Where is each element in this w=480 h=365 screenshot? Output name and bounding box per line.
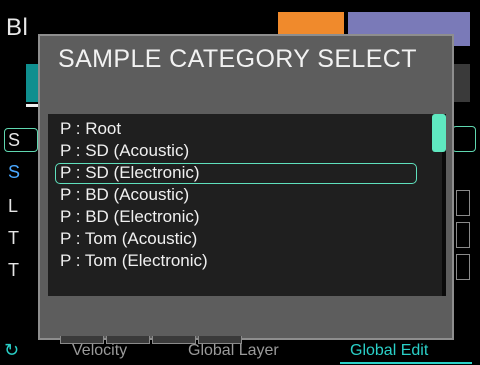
category-list-panel: P : Root P : SD (Acoustic) P : SD (Elect… [48, 114, 446, 296]
undo-icon[interactable]: ↻ [4, 340, 19, 361]
bottom-label-global-layer[interactable]: Global Layer [188, 342, 279, 360]
list-item-tom-electronic[interactable]: P : Tom (Electronic) [60, 250, 416, 272]
bg-label-2: S [8, 162, 21, 182]
bottom-label-global-edit[interactable]: Global Edit [350, 342, 428, 360]
bg-label-4: T [8, 228, 19, 248]
dialog-footer-button-2[interactable] [106, 336, 150, 344]
bg-field-3[interactable] [456, 254, 470, 280]
bg-field-2[interactable] [456, 222, 470, 248]
bottom-label-velocity[interactable]: Velocity [72, 342, 127, 360]
bg-label-5: T [8, 260, 19, 280]
list-scrollbar[interactable] [432, 114, 446, 296]
list-item-sd-acoustic[interactable]: P : SD (Acoustic) [60, 140, 416, 162]
list-item-sd-electronic[interactable]: P : SD (Electronic) [55, 162, 417, 184]
dialog-footer-button-3[interactable] [152, 336, 196, 344]
sample-category-dialog: SAMPLE CATEGORY SELECT P : Root P : SD (… [38, 34, 454, 344]
bottom-active-underline [340, 362, 472, 364]
screen-title: Bl [6, 14, 29, 41]
list-item-root[interactable]: P : Root [60, 118, 416, 140]
bg-label-1: S [8, 130, 21, 150]
dialog-footer-button-1[interactable] [60, 336, 104, 344]
list-item-bd-electronic[interactable]: P : BD (Electronic) [60, 206, 416, 228]
dialog-title: SAMPLE CATEGORY SELECT [58, 45, 417, 73]
bg-selected-field-right[interactable] [452, 126, 476, 152]
bg-field-1[interactable] [456, 190, 470, 216]
bg-label-3: L [8, 196, 19, 216]
list-item-tom-acoustic[interactable]: P : Tom (Acoustic) [60, 228, 416, 250]
category-list: P : Root P : SD (Acoustic) P : SD (Elect… [55, 118, 417, 272]
list-item-bd-acoustic[interactable]: P : BD (Acoustic) [60, 184, 416, 206]
bg-right-block [452, 64, 470, 102]
scrollbar-thumb[interactable] [432, 114, 446, 152]
dialog-footer-button-4[interactable] [198, 336, 242, 344]
